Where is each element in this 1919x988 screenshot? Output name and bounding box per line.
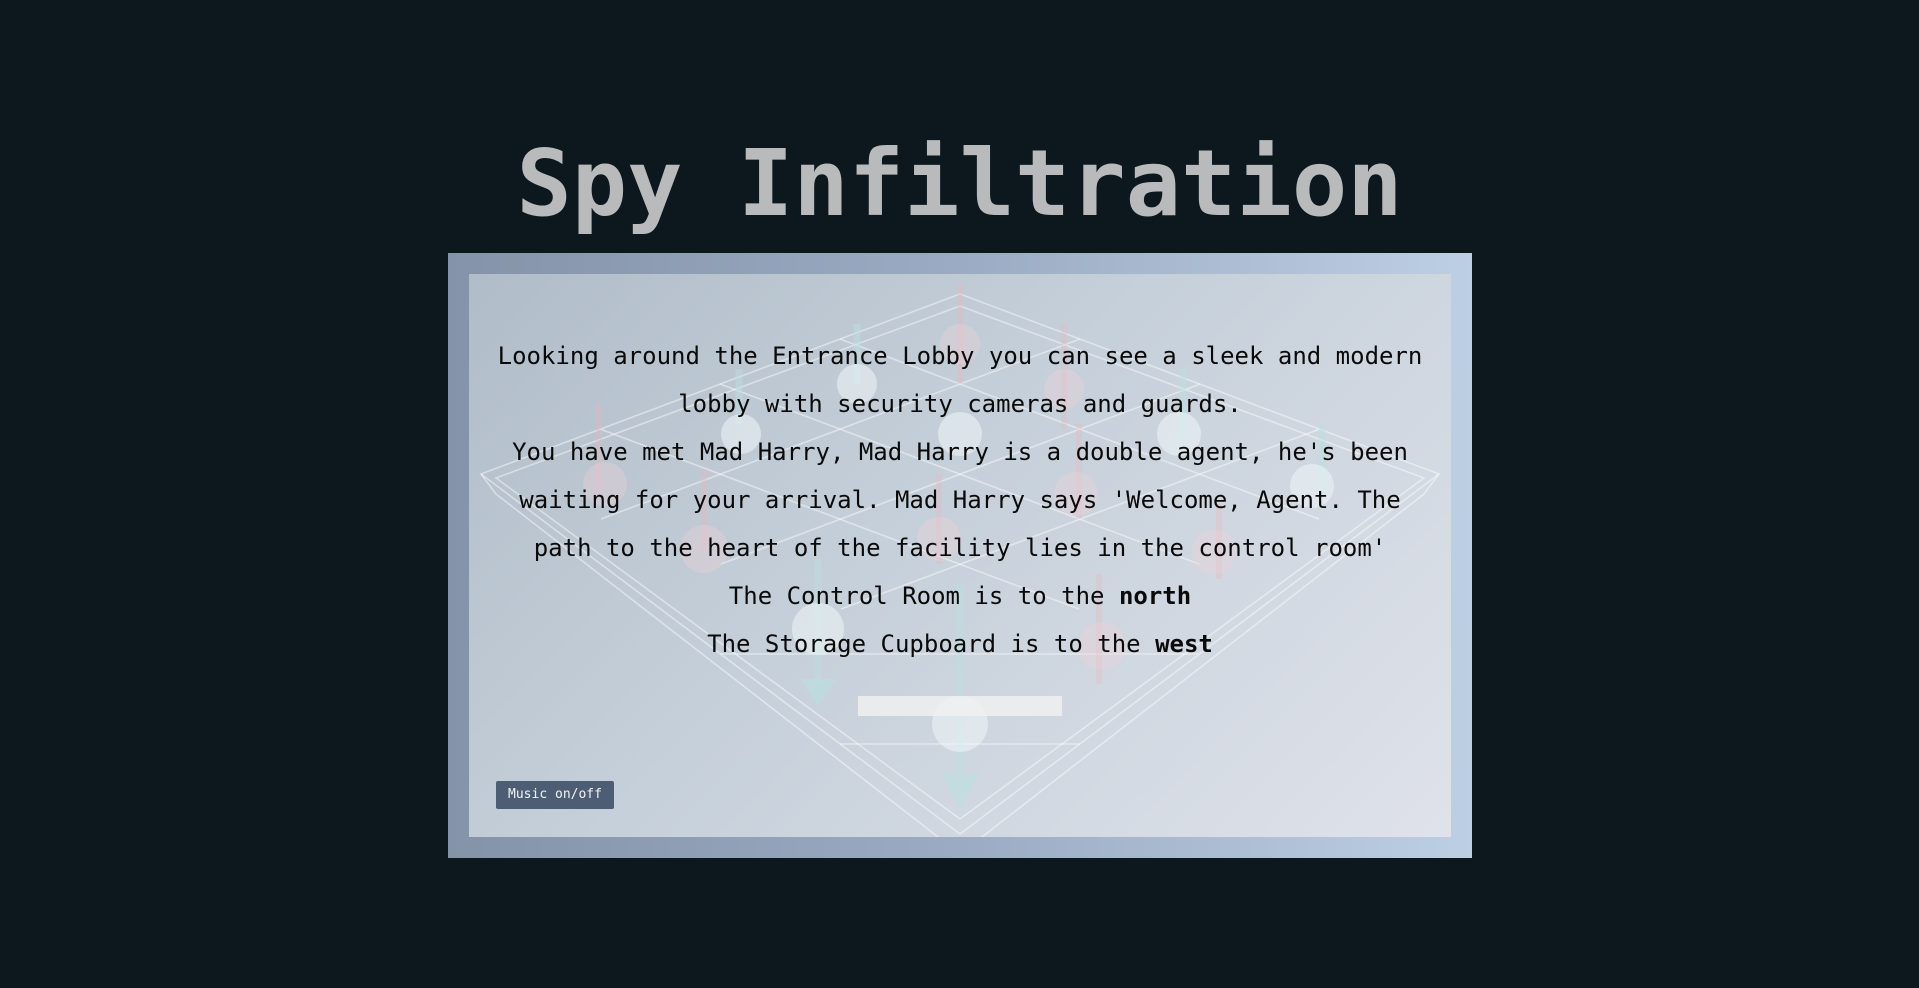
exit-north-direction: north [1118,582,1192,610]
exit-north-text: The Control Room is to the [728,582,1119,610]
game-frame: Looking around the Entrance Lobby you ca… [448,253,1472,858]
scene-text: Looking around the Entrance Lobby you ca… [469,332,1451,668]
command-input[interactable] [858,696,1062,716]
character-encounter: You have met Mad Harry, Mad Harry is a d… [512,438,1408,562]
game-page: Spy Infiltration Looking around the Entr… [0,0,1919,988]
music-toggle-button[interactable]: Music on/off [496,781,614,809]
exit-west-direction: west [1155,630,1213,658]
game-panel: Looking around the Entrance Lobby you ca… [469,274,1451,837]
room-description: Looking around the Entrance Lobby you ca… [497,342,1423,418]
exit-north: The Control Room is to the north [469,572,1451,620]
game-title: Spy Infiltration [516,130,1403,237]
exit-west-text: The Storage Cupboard is to the [707,630,1156,658]
exit-west: The Storage Cupboard is to the west [469,620,1451,668]
